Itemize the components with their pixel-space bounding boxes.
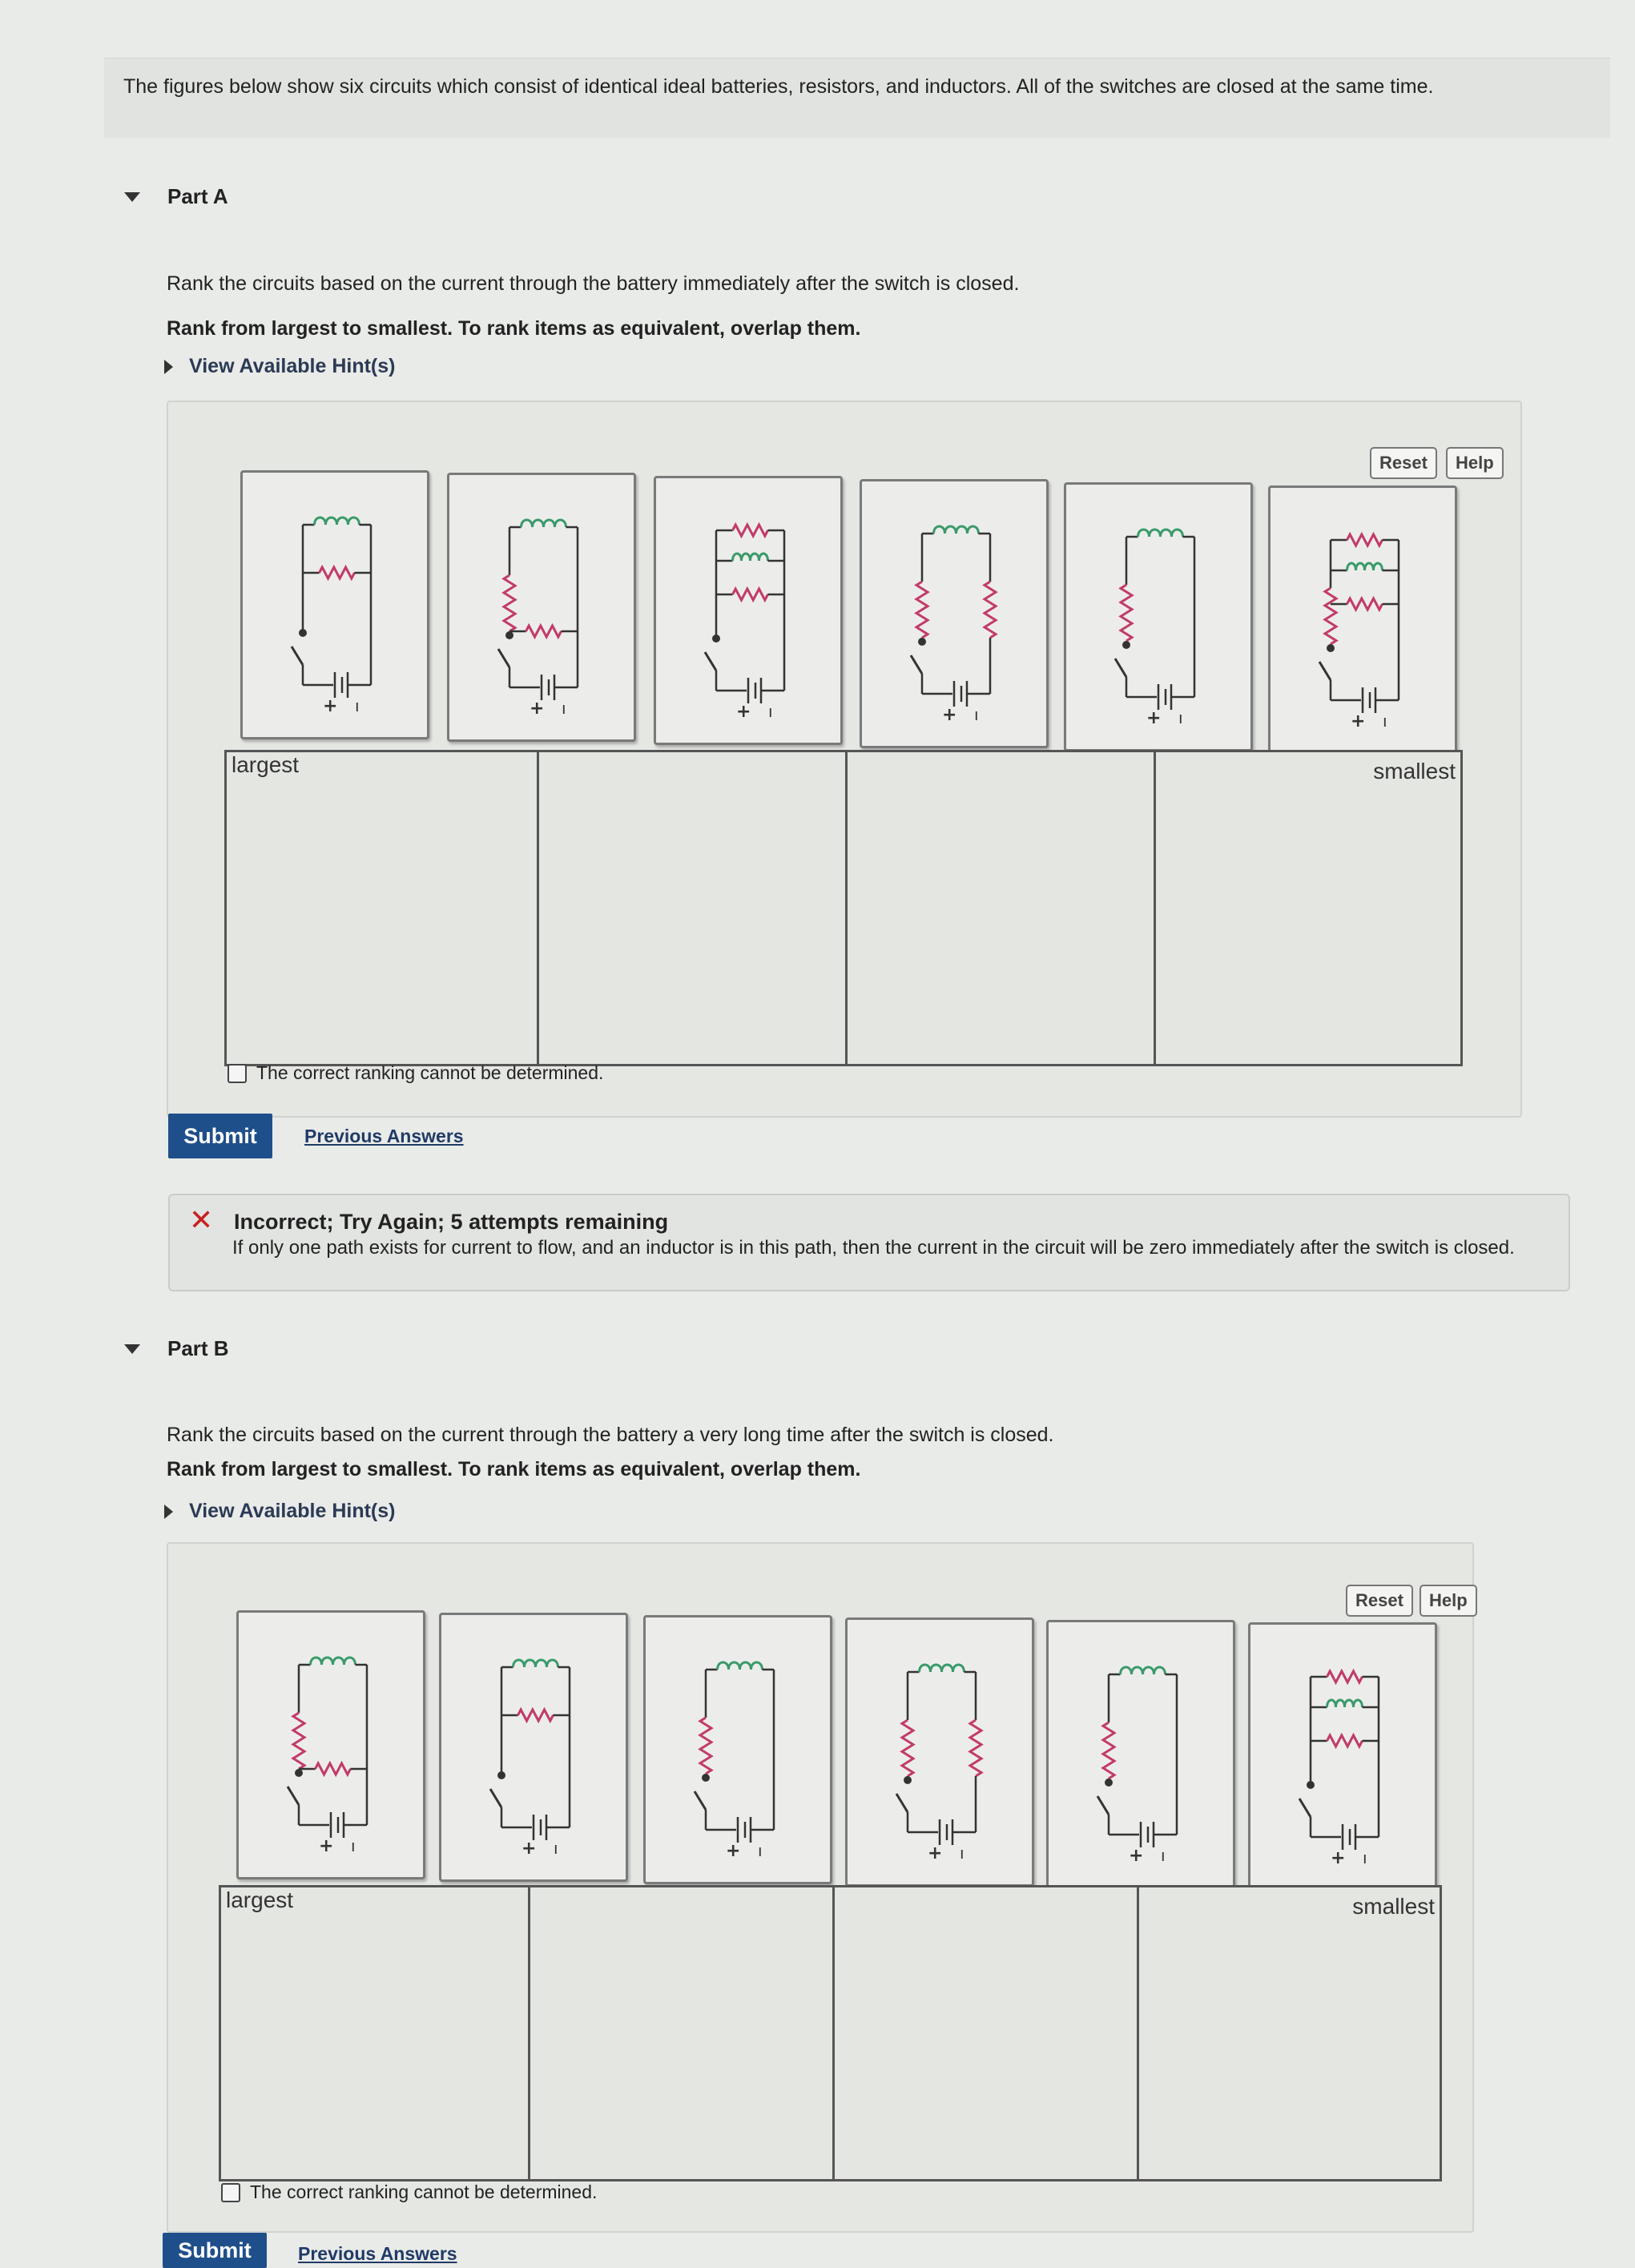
circuit-diagram-icon: + ı [1113, 528, 1196, 728]
part-b-instruction: Rank from largest to smallest. To rank i… [167, 1458, 861, 1480]
svg-text:+: + [726, 1841, 740, 1861]
svg-text:ı: ı [554, 1839, 558, 1858]
expand-triangle-icon [164, 1504, 173, 1519]
part-a-circuit-tile-5[interactable]: + ı [1064, 482, 1253, 751]
rank-divider [1154, 752, 1156, 1064]
checkbox[interactable] [221, 2182, 240, 2202]
part-a-header[interactable]: Part A [124, 184, 228, 209]
circuit-diagram-icon: + ı [489, 1658, 571, 1859]
circuit-diagram-icon: + ı [1298, 1668, 1380, 1868]
rank-divider [1137, 1887, 1139, 2179]
collapse-triangle-icon [124, 1343, 140, 1354]
svg-text:ı: ı [1383, 711, 1387, 731]
svg-text:+: + [942, 705, 956, 725]
svg-text:ı: ı [960, 1843, 964, 1863]
svg-text:+: + [319, 1836, 333, 1856]
svg-text:ı: ı [768, 702, 773, 721]
part-a-circuit-tile-3[interactable]: + ı [654, 476, 843, 745]
circuit-diagram-icon: + ı [909, 525, 998, 725]
svg-text:+: + [928, 1843, 942, 1863]
svg-text:+: + [736, 702, 751, 722]
cannot-label: The correct ranking cannot be determined… [256, 1062, 604, 1083]
rank-divider [528, 1887, 530, 2179]
part-a-question: Rank the circuits based on the current t… [167, 272, 1020, 295]
part-a-cannot-determine[interactable]: The correct ranking cannot be determined… [228, 1062, 603, 1084]
part-b-help-button[interactable]: Help [1420, 1585, 1477, 1617]
svg-text:+: + [1129, 1846, 1143, 1866]
part-b-circuit-tile-3[interactable]: + ı [643, 1615, 832, 1884]
collapse-triangle-icon [124, 191, 140, 202]
largest-label: largest [226, 1887, 294, 1912]
part-a-feedback: ✕ Incorrect; Try Again; 5 attempts remai… [168, 1194, 1570, 1291]
circuit-diagram-icon: + ı [703, 522, 786, 722]
svg-text:+: + [1331, 1848, 1345, 1868]
circuit-diagram-icon: + ı [693, 1661, 775, 1861]
part-b-circuit-tile-4[interactable]: + ı [845, 1617, 1034, 1887]
part-b-circuit-tile-2[interactable]: + ı [439, 1613, 628, 1882]
part-a-title: Part A [167, 184, 228, 208]
feedback-title: Incorrect; Try Again; 5 attempts remaini… [234, 1210, 669, 1234]
part-a-submit-button[interactable]: Submit [168, 1114, 272, 1158]
svg-text:ı: ı [758, 1841, 763, 1860]
svg-text:ı: ı [1363, 1848, 1367, 1867]
svg-text:ı: ı [1161, 1846, 1166, 1865]
smallest-label: smallest [1352, 1894, 1435, 1919]
svg-text:ı: ı [974, 705, 979, 724]
part-b-reset-button[interactable]: Reset [1346, 1585, 1413, 1617]
error-x-icon: ✕ [189, 1203, 214, 1236]
part-b-circuit-tile-6[interactable]: + ı [1248, 1622, 1437, 1891]
svg-text:ı: ı [351, 1836, 356, 1855]
svg-text:+: + [323, 696, 337, 716]
circuit-diagram-icon: + ı [286, 1656, 368, 1856]
part-a-circuit-tile-6[interactable]: + ı [1268, 485, 1457, 755]
circuit-diagram-icon: + ı [497, 518, 579, 719]
cannot-label: The correct ranking cannot be determined… [250, 2181, 598, 2202]
svg-text:ı: ı [355, 696, 360, 715]
part-a-hint-toggle[interactable]: View Available Hint(s) [164, 355, 395, 378]
svg-text:+: + [530, 699, 544, 719]
circuit-diagram-icon: + ı [290, 516, 373, 716]
part-b-submit-button[interactable]: Submit [163, 2233, 267, 2268]
part-b-circuit-tile-5[interactable]: + ı [1046, 1620, 1235, 1889]
part-b-circuit-tile-1[interactable]: + ı [236, 1610, 425, 1879]
feedback-message: If only one path exists for current to f… [232, 1237, 1515, 1259]
hint-label: View Available Hint(s) [189, 1500, 396, 1522]
part-b-rank-target[interactable]: largest smallest [219, 1885, 1442, 2181]
svg-text:+: + [1146, 708, 1161, 728]
part-b-header[interactable]: Part B [124, 1336, 229, 1361]
part-a-previous-answers-link[interactable]: Previous Answers [304, 1126, 464, 1147]
rank-divider [845, 752, 848, 1064]
part-a-circuit-tile-2[interactable]: + ı [447, 473, 636, 742]
part-b-question: Rank the circuits based on the current t… [167, 1424, 1054, 1446]
intro-text: The figures below show six circuits whic… [123, 75, 1434, 98]
part-b-cannot-determine[interactable]: The correct ranking cannot be determined… [221, 2181, 597, 2203]
part-a-reset-button[interactable]: Reset [1370, 447, 1437, 479]
part-a-circuit-tile-4[interactable]: + ı [860, 479, 1049, 748]
circuit-diagram-icon: + ı [1318, 531, 1400, 731]
part-a-help-button[interactable]: Help [1446, 447, 1504, 479]
problem-intro: The figures below show six circuits whic… [104, 58, 1610, 138]
smallest-label: smallest [1373, 759, 1456, 784]
checkbox[interactable] [228, 1063, 247, 1083]
part-a-instruction: Rank from largest to smallest. To rank i… [167, 317, 861, 340]
hint-label: View Available Hint(s) [189, 355, 396, 377]
largest-label: largest [232, 752, 300, 777]
svg-text:+: + [1351, 711, 1365, 731]
svg-text:ı: ı [1178, 708, 1183, 727]
part-a-rank-target[interactable]: largest smallest [224, 750, 1463, 1066]
circuit-diagram-icon: + ı [895, 1663, 984, 1863]
svg-text:+: + [522, 1839, 536, 1859]
part-b-hint-toggle[interactable]: View Available Hint(s) [164, 1500, 395, 1523]
circuit-diagram-icon: + ı [1096, 1666, 1178, 1866]
rank-divider [537, 752, 539, 1064]
part-a-circuit-tile-1[interactable]: + ı [240, 470, 429, 739]
svg-text:ı: ı [562, 699, 566, 718]
part-b-title: Part B [167, 1336, 229, 1360]
rank-divider [832, 1887, 835, 2179]
expand-triangle-icon [164, 359, 173, 374]
part-b-previous-answers-link[interactable]: Previous Answers [298, 2243, 457, 2265]
